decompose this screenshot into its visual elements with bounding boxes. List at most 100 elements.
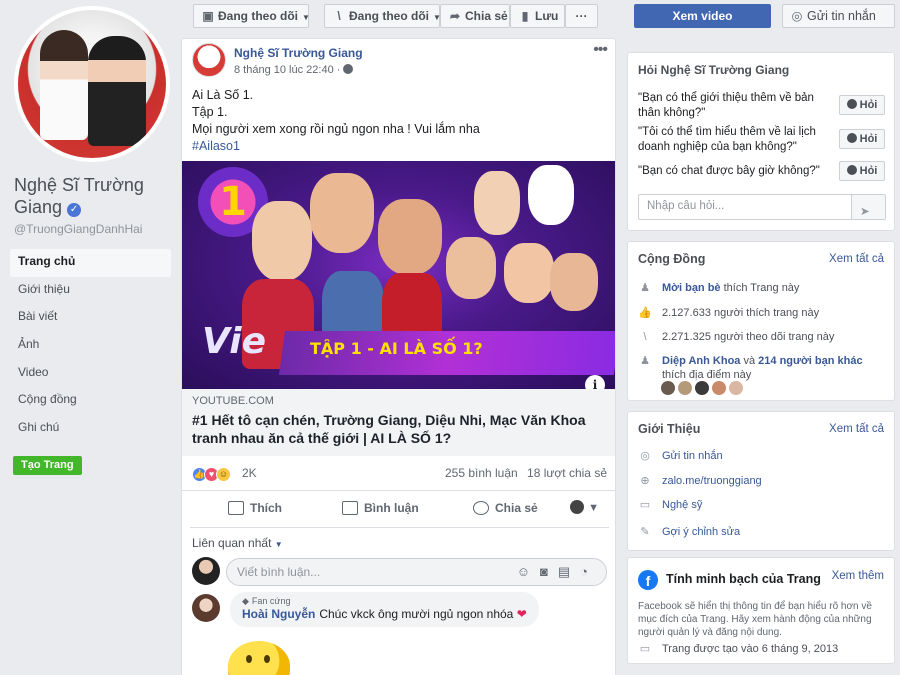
page-profile-picture[interactable] (14, 6, 170, 162)
post-timestamp[interactable]: 8 tháng 10 lúc 22:40 · (234, 64, 354, 76)
comment-sort-dropdown[interactable]: Liên quan nhất ▼ (192, 536, 283, 550)
rss-icon: \ (643, 331, 647, 343)
fan-badge-label: Fan cứng (251, 596, 291, 606)
suggest-edit-link[interactable]: Gợi ý chỉnh sửa (662, 525, 888, 539)
comment-author[interactable]: Hoài Nguyễn (242, 607, 315, 621)
gif-icon[interactable]: ▤ (558, 564, 580, 579)
share-page-button[interactable]: ➦ Chia sẻ (440, 4, 510, 28)
hashtag-link[interactable]: #Ailaso1 (192, 139, 240, 153)
avatar[interactable] (712, 381, 726, 395)
nav-item-home[interactable]: Trang chủ (10, 249, 171, 277)
thumbnail-person (252, 201, 312, 281)
avatar[interactable] (678, 381, 692, 395)
ask-button[interactable]: Hỏi (839, 95, 885, 115)
sticker-icon[interactable]: ◔ (580, 564, 598, 579)
ask-question: "Tôi có thể tìm hiểu thêm về lai lịch do… (638, 126, 816, 153)
post-header: Nghệ Sĩ Trường Giang 8 tháng 10 lúc 22:4… (182, 39, 615, 87)
nav-item-photos[interactable]: Ảnh (10, 332, 171, 360)
verified-check-icon: ✓ (67, 203, 82, 217)
page-transparency-card: f Tính minh bạch của Trang Xem thêm Face… (627, 557, 895, 664)
page-handle[interactable]: @TruongGiangDanhHai (14, 222, 142, 236)
link-domain: YOUTUBE.COM (192, 395, 274, 407)
community-invite-text: Mời bạn bè thích Trang này (662, 281, 888, 295)
share-button[interactable]: Chia sẻ (473, 501, 538, 515)
emoji-icon[interactable]: ☺ (517, 564, 540, 579)
photo-person-left (40, 30, 88, 140)
avatar[interactable] (192, 594, 220, 622)
community-see-all-link[interactable]: Xem tất cả (829, 253, 884, 265)
avatar[interactable] (695, 381, 709, 395)
author-avatar[interactable] (192, 43, 226, 77)
post-line: Tập 1. (192, 105, 228, 119)
friend-mid: và (740, 355, 759, 367)
ask-question-input[interactable]: Nhập câu hỏi... ➤ (638, 194, 886, 220)
send-question-button[interactable]: ➤ (851, 195, 885, 219)
avatar[interactable] (192, 557, 220, 585)
sort-label: Liên quan nhất (192, 536, 272, 550)
share-label: Chia sẻ (465, 9, 508, 23)
save-button[interactable]: ▮ Lưu (510, 4, 565, 28)
more-options-button[interactable]: ··· (565, 4, 598, 28)
comment-bubble: ◆ Fan cứng Hoài Nguyễn Chúc vkck ông mười … (230, 592, 539, 627)
nav-item-notes[interactable]: Ghi chú (10, 415, 171, 443)
thumbnail-person (378, 199, 442, 275)
ask-placeholder: Nhập câu hỏi... (647, 200, 725, 212)
comment-button[interactable]: Bình luận (342, 501, 419, 515)
friend-link[interactable]: Diệp Anh Khoa (662, 355, 740, 367)
rss-icon: \ (337, 9, 341, 23)
nav-item-videos[interactable]: Video (10, 360, 171, 388)
pencil-icon: ✎ (640, 526, 650, 538)
invite-friends-link[interactable]: Mời bạn bè (662, 282, 721, 294)
following-feed-button[interactable]: \ Đang theo dõi ▼ (324, 4, 441, 28)
reaction-icons[interactable]: 👍 ♥ ☺ (192, 466, 231, 482)
post-actions: Thích Bình luận Chia sẻ ▼ (190, 492, 609, 528)
about-see-all-link[interactable]: Xem tất cả (829, 423, 884, 435)
category-link[interactable]: Nghệ sỹ (662, 498, 888, 512)
following-feed-label: Đang theo dõi (349, 9, 429, 23)
link-preview[interactable]: YOUTUBE.COM #1 Hết tô cạn chén, Trường G… (182, 389, 615, 456)
messenger-icon (846, 99, 857, 109)
shares-count[interactable]: 18 lượt chia sẻ (527, 466, 607, 480)
page-title[interactable]: Nghệ Sĩ Trường Giang ✓ (14, 174, 174, 218)
like-label: Thích (250, 501, 282, 515)
nav-item-posts[interactable]: Bài viết (10, 304, 171, 332)
thumbnail-banner-text: TẬP 1 - AI LÀ SỐ 1? (310, 339, 483, 358)
ask-button[interactable]: Hỏi (839, 129, 885, 149)
camera-icon[interactable]: ◙ (540, 564, 558, 579)
create-page-button[interactable]: Tạo Trang (13, 456, 82, 475)
post-as-selector[interactable]: ▼ (570, 500, 599, 514)
avatar[interactable] (661, 381, 675, 395)
transparency-description: Facebook sẽ hiển thị thông tin để bạn hi… (638, 601, 872, 638)
transparency-see-more-link[interactable]: Xem thêm (832, 570, 884, 582)
website-link[interactable]: zalo.me/truonggiang (662, 474, 888, 488)
ask-button[interactable]: Hỏi (839, 161, 885, 181)
heart-emoji: ❤ (516, 607, 527, 621)
info-icon[interactable]: i (585, 375, 605, 389)
nav-item-about[interactable]: Giới thiệu (10, 277, 171, 305)
send-message-button[interactable]: ◎ Gửi tin nhắn (782, 4, 895, 28)
likes-count: 2.127.633 người thích trang này (662, 307, 820, 319)
reaction-count[interactable]: 2K (242, 466, 257, 480)
about-message-link[interactable]: Gửi tin nhắn (662, 449, 888, 463)
avatar[interactable] (729, 381, 743, 395)
comments-count[interactable]: 255 bình luận (445, 466, 518, 480)
like-button[interactable]: Thích (228, 501, 282, 515)
video-thumbnail[interactable]: 1 TẬP 1 - AI LÀ SỐ 1? Vie i (182, 161, 615, 389)
comment-input[interactable]: Viết bình luận... ☺◙▤◔ (226, 558, 607, 586)
diamond-icon: ◆ (242, 596, 249, 606)
thumbnail-person (504, 243, 554, 303)
thumbnail-person (474, 171, 520, 235)
watch-video-button[interactable]: Xem video (634, 4, 771, 28)
other-friends-link[interactable]: 214 người bạn khác (758, 355, 862, 367)
thumb-icon: 👍 (638, 307, 652, 319)
nav-item-community[interactable]: Cộng đồng (10, 387, 171, 415)
post-author[interactable]: Nghệ Sĩ Trường Giang (234, 46, 363, 60)
following-label: Đang theo dõi (218, 9, 298, 23)
thumbnail-person (310, 173, 374, 253)
invite-rest: thích Trang này (720, 282, 800, 294)
sticker (228, 641, 290, 675)
fan-badge[interactable]: ◆ Fan cứng (242, 596, 527, 607)
flag-icon: ▭ (639, 643, 651, 655)
following-button[interactable]: ▣ Đang theo dõi ▼ (193, 4, 310, 28)
post-more-icon[interactable]: ••• (593, 41, 608, 59)
